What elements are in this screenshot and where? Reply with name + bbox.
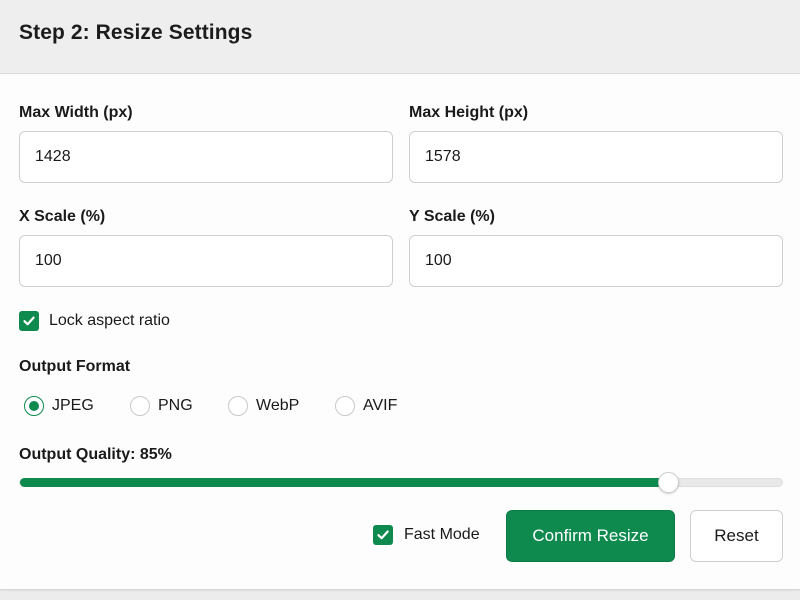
reset-button[interactable]: Reset	[690, 510, 783, 562]
radio-png[interactable]	[130, 396, 150, 416]
radio-selected-dot	[29, 401, 39, 411]
resize-settings-panel: Step 2: Resize Settings Max Width (px) M…	[0, 0, 800, 590]
radio-label-webp: WebP	[256, 397, 300, 414]
output-format-label: Output Format	[19, 358, 131, 375]
x-scale-input[interactable]	[19, 235, 393, 287]
max-height-label: Max Height (px)	[409, 104, 529, 121]
y-scale-input[interactable]	[409, 235, 783, 287]
quality-slider-fill	[20, 478, 668, 487]
quality-slider[interactable]	[19, 472, 783, 493]
radio-label-jpeg: JPEG	[52, 397, 94, 414]
radio-avif[interactable]	[335, 396, 355, 416]
output-quality-label: Output Quality: 85%	[19, 446, 172, 463]
radio-label-png: PNG	[158, 397, 193, 414]
radio-webp[interactable]	[228, 396, 248, 416]
quality-slider-thumb[interactable]	[658, 472, 679, 493]
confirm-resize-button[interactable]: Confirm Resize	[506, 510, 675, 562]
checkmark-icon	[377, 530, 389, 540]
y-scale-label: Y Scale (%)	[409, 208, 495, 225]
fast-mode-checkbox[interactable]	[373, 525, 393, 545]
checkmark-icon	[23, 316, 35, 326]
lock-aspect-label: Lock aspect ratio	[49, 312, 170, 329]
max-width-label: Max Width (px)	[19, 104, 133, 121]
fast-mode-label: Fast Mode	[404, 526, 480, 543]
panel-title: Step 2: Resize Settings	[19, 21, 253, 44]
radio-label-avif: AVIF	[363, 397, 398, 414]
max-height-input[interactable]	[409, 131, 783, 183]
lock-aspect-checkbox[interactable]	[19, 311, 39, 331]
panel-header: Step 2: Resize Settings	[0, 0, 800, 74]
x-scale-label: X Scale (%)	[19, 208, 106, 225]
max-width-input[interactable]	[19, 131, 393, 183]
radio-jpeg[interactable]	[24, 396, 44, 416]
